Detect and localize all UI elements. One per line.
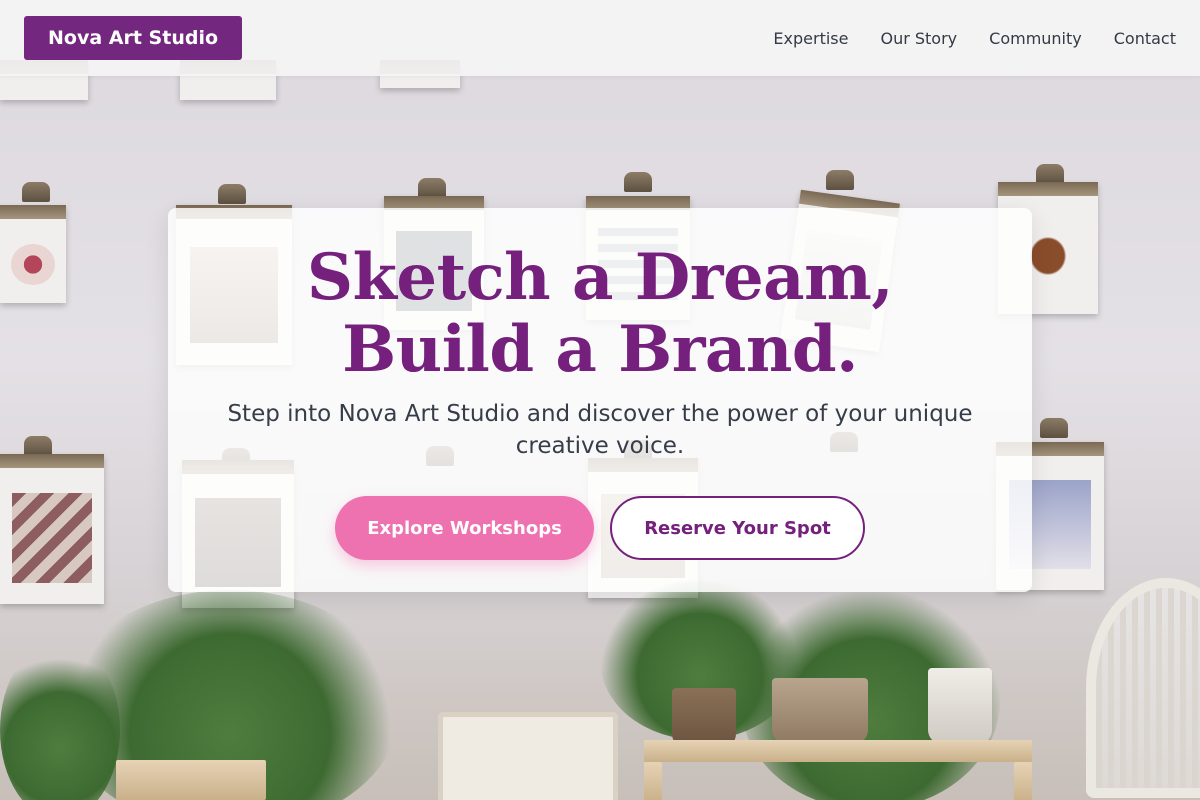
brand-logo[interactable]: Nova Art Studio (24, 16, 243, 60)
nav-item-contact[interactable]: Contact (1114, 29, 1176, 48)
hero-headline: Sketch a Dream, Build a Brand. (306, 240, 894, 387)
hero-section: Nova Art Studio Expertise Our Story Comm… (0, 0, 1200, 800)
nav-item-our-story[interactable]: Our Story (880, 29, 957, 48)
hero-subheadline: Step into Nova Art Studio and discover t… (227, 401, 973, 459)
reserve-spot-button[interactable]: Reserve Your Spot (610, 496, 865, 560)
main-nav: Expertise Our Story Community Contact (773, 0, 1176, 76)
nav-item-expertise[interactable]: Expertise (773, 29, 848, 48)
explore-workshops-button[interactable]: Explore Workshops (335, 496, 594, 560)
nav-item-community[interactable]: Community (989, 29, 1082, 48)
site-header: Nova Art Studio Expertise Our Story Comm… (0, 0, 1200, 76)
hero-card: Sketch a Dream, Build a Brand. Step into… (168, 208, 1032, 592)
